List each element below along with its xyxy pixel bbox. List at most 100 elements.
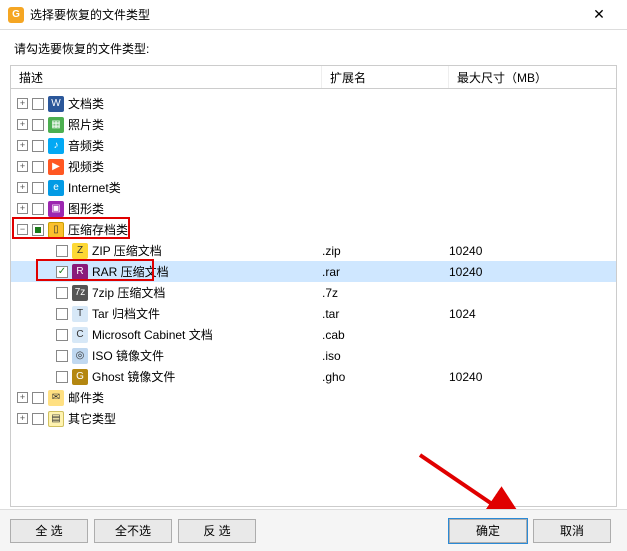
tree-item-zip-icon: Z: [72, 243, 88, 259]
tree-item-7z-checkbox[interactable]: [56, 287, 68, 299]
tree-item-rar-label: RAR 压缩文档: [92, 263, 169, 280]
tree-item-iso[interactable]: ◎ISO 镜像文件 .iso: [11, 345, 616, 366]
tree-item-ghost-icon: G: [72, 369, 88, 385]
tree-item-iso-checkbox[interactable]: [56, 350, 68, 362]
tree-item-ghost-size: 10240: [449, 370, 616, 384]
tree-category-net-expander[interactable]: +: [17, 182, 28, 193]
tree-item-ghost[interactable]: GGhost 镜像文件 .gho10240: [11, 366, 616, 387]
close-button[interactable]: ✕: [579, 1, 619, 29]
tree-category-photos[interactable]: + ▦照片类: [11, 114, 616, 135]
tree-item-rar-checkbox[interactable]: [56, 266, 68, 278]
tree-category-shapes-expander[interactable]: +: [17, 203, 28, 214]
tree-category-docs-label: 文档类: [68, 95, 104, 112]
tree-category-video-label: 视频类: [68, 158, 104, 175]
tree-item-cab-checkbox[interactable]: [56, 329, 68, 341]
tree-item-zip-label: ZIP 压缩文档: [92, 242, 162, 259]
tree-category-audio-label: 音频类: [68, 137, 104, 154]
tree-item-7z-ext: .7z: [322, 286, 449, 300]
tree-item-tar-icon: T: [72, 306, 88, 322]
col-extension[interactable]: 扩展名: [322, 66, 449, 88]
tree-category-audio-expander[interactable]: +: [17, 140, 28, 151]
tree-category-photos-checkbox[interactable]: [32, 119, 44, 131]
tree-category-video-icon: ▶: [48, 159, 64, 175]
tree-item-iso-label: ISO 镜像文件: [92, 347, 164, 364]
cancel-button[interactable]: 取消: [533, 519, 611, 543]
tree-item-cab-label: Microsoft Cabinet 文档: [92, 326, 213, 343]
col-description[interactable]: 描述: [11, 66, 322, 88]
tree-item-rar-ext: .rar: [322, 265, 449, 279]
tree-item-7z-label: 7zip 压缩文档: [92, 284, 165, 301]
tree-category-net-icon: e: [48, 180, 64, 196]
tree-item-zip-size: 10240: [449, 244, 616, 258]
titlebar: G 选择要恢复的文件类型 ✕: [0, 0, 627, 30]
tree-category-shapes[interactable]: + ▣图形类: [11, 198, 616, 219]
tree-item-zip-checkbox[interactable]: [56, 245, 68, 257]
tree-item-iso-icon: ◎: [72, 348, 88, 364]
tree-item-ghost-ext: .gho: [322, 370, 449, 384]
tree-item-cab-ext: .cab: [322, 328, 449, 342]
tree-category-mail-icon: ✉: [48, 390, 64, 406]
tree-category-arch-expander[interactable]: −: [17, 224, 28, 235]
tree-category-other-label: 其它类型: [68, 410, 116, 427]
tree-category-arch-icon: ▯: [48, 222, 64, 238]
tree-category-shapes-icon: ▣: [48, 201, 64, 217]
tree-category-other-checkbox[interactable]: [32, 413, 44, 425]
tree-category-audio[interactable]: + ♪音频类: [11, 135, 616, 156]
column-headers: 描述 扩展名 最大尺寸（MB）: [10, 65, 617, 89]
window-title: 选择要恢复的文件类型: [30, 6, 579, 23]
select-all-button[interactable]: 全 选: [10, 519, 88, 543]
tree-category-audio-checkbox[interactable]: [32, 140, 44, 152]
tree-item-rar-icon: R: [72, 264, 88, 280]
app-icon: G: [8, 7, 24, 23]
tree-category-other-icon: ▤: [48, 411, 64, 427]
tree-item-ghost-label: Ghost 镜像文件: [92, 368, 175, 385]
tree-category-photos-label: 照片类: [68, 116, 104, 133]
tree-category-other-expander[interactable]: +: [17, 413, 28, 424]
tree-item-tar-checkbox[interactable]: [56, 308, 68, 320]
tree-item-7z[interactable]: 7z7zip 压缩文档 .7z: [11, 282, 616, 303]
tree-category-other[interactable]: + ▤其它类型: [11, 408, 616, 429]
tree-category-docs-expander[interactable]: +: [17, 98, 28, 109]
tree-item-rar[interactable]: RRAR 压缩文档 .rar10240: [11, 261, 616, 282]
instruction-text: 请勾选要恢复的文件类型:: [0, 30, 627, 65]
tree-category-mail-checkbox[interactable]: [32, 392, 44, 404]
tree-category-docs-icon: W: [48, 96, 64, 112]
ok-button[interactable]: 确定: [449, 519, 527, 543]
tree-item-cab[interactable]: CMicrosoft Cabinet 文档 .cab: [11, 324, 616, 345]
tree-item-tar-size: 1024: [449, 307, 616, 321]
tree-item-tar-ext: .tar: [322, 307, 449, 321]
tree-category-net-label: Internet类: [68, 179, 121, 196]
tree-category-photos-expander[interactable]: +: [17, 119, 28, 130]
tree-item-tar-label: Tar 归档文件: [92, 305, 160, 322]
tree-category-video[interactable]: + ▶视频类: [11, 156, 616, 177]
tree-category-docs-checkbox[interactable]: [32, 98, 44, 110]
tree-category-mail-expander[interactable]: +: [17, 392, 28, 403]
tree-item-tar[interactable]: TTar 归档文件 .tar1024: [11, 303, 616, 324]
tree-category-photos-icon: ▦: [48, 117, 64, 133]
tree-item-zip-ext: .zip: [322, 244, 449, 258]
col-max-size[interactable]: 最大尺寸（MB）: [449, 66, 616, 88]
tree-item-iso-ext: .iso: [322, 349, 449, 363]
tree-category-arch-label: 压缩存档类: [68, 221, 128, 238]
tree-category-docs[interactable]: + W文档类: [11, 93, 616, 114]
file-type-tree[interactable]: + W文档类 + ▦照片类 + ♪音频类 + ▶视频类 + eInternet类 + ▣图形类 − ▯压缩…: [10, 89, 617, 507]
tree-item-7z-icon: 7z: [72, 285, 88, 301]
tree-category-audio-icon: ♪: [48, 138, 64, 154]
select-none-button[interactable]: 全不选: [94, 519, 172, 543]
tree-category-arch-checkbox[interactable]: [32, 224, 44, 236]
button-bar: 全 选 全不选 反 选 确定 取消: [0, 509, 627, 551]
tree-item-rar-size: 10240: [449, 265, 616, 279]
tree-category-arch[interactable]: − ▯压缩存档类: [11, 219, 616, 240]
tree-category-video-expander[interactable]: +: [17, 161, 28, 172]
tree-category-net-checkbox[interactable]: [32, 182, 44, 194]
tree-category-net[interactable]: + eInternet类: [11, 177, 616, 198]
tree-item-ghost-checkbox[interactable]: [56, 371, 68, 383]
tree-category-video-checkbox[interactable]: [32, 161, 44, 173]
tree-category-mail-label: 邮件类: [68, 389, 104, 406]
tree-category-shapes-checkbox[interactable]: [32, 203, 44, 215]
tree-category-mail[interactable]: + ✉邮件类: [11, 387, 616, 408]
tree-item-zip[interactable]: ZZIP 压缩文档 .zip10240: [11, 240, 616, 261]
tree-item-cab-icon: C: [72, 327, 88, 343]
invert-button[interactable]: 反 选: [178, 519, 256, 543]
tree-category-shapes-label: 图形类: [68, 200, 104, 217]
